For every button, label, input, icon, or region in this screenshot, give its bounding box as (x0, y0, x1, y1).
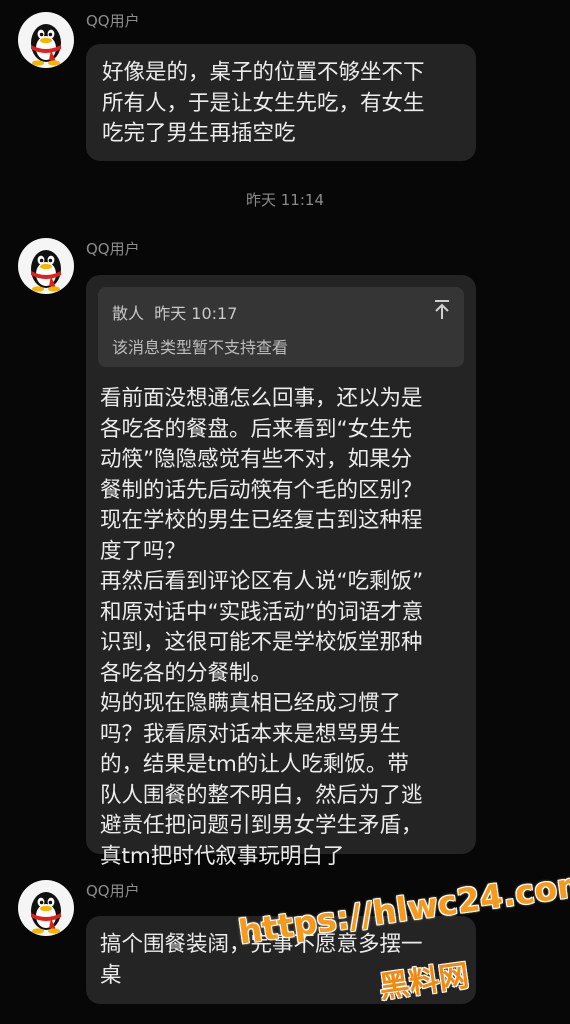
message-bubble[interactable]: 搞个围餐装阔，完事不愿意多摆一 桌 (86, 916, 476, 1004)
sender-name: QQ用户 (86, 12, 140, 30)
message-text: 好像是的，桌子的位置不够坐不下 所有人，于是让女生先吃，有女生 吃完了男生再插空… (102, 60, 425, 146)
sender-name: QQ用户 (86, 240, 140, 258)
qq-penguin-avatar-icon[interactable] (18, 880, 74, 936)
quote-header: 散人 昨天 10:17 (112, 300, 237, 324)
arrow-up-icon[interactable] (432, 299, 452, 321)
quote-body: 该消息类型暂不支持查看 (112, 338, 289, 357)
sender-name: QQ用户 (86, 882, 140, 900)
message-bubble[interactable]: 散人 昨天 10:17 该消息类型暂不支持查看 看前面没想通怎么回事，还以为是 … (86, 275, 476, 869)
quote-author: 散人 (112, 304, 145, 323)
message-timestamp: 昨天 11:14 (246, 191, 324, 209)
qq-penguin-avatar-icon[interactable] (18, 12, 74, 68)
message-bubble[interactable]: 好像是的，桌子的位置不够坐不下 所有人，于是让女生先吃，有女生 吃完了男生再插空… (86, 44, 476, 161)
qq-penguin-avatar-icon[interactable] (18, 238, 74, 294)
message-text: 搞个围餐装阔，完事不愿意多摆一 桌 (100, 932, 423, 988)
quoted-message[interactable]: 散人 昨天 10:17 该消息类型暂不支持查看 (98, 287, 464, 367)
message-text: 看前面没想通怎么回事，还以为是 各吃各的餐盘。后来看到“女生先 动筷”隐隐感觉有… (100, 386, 424, 869)
quote-time: 昨天 10:17 (154, 304, 238, 323)
